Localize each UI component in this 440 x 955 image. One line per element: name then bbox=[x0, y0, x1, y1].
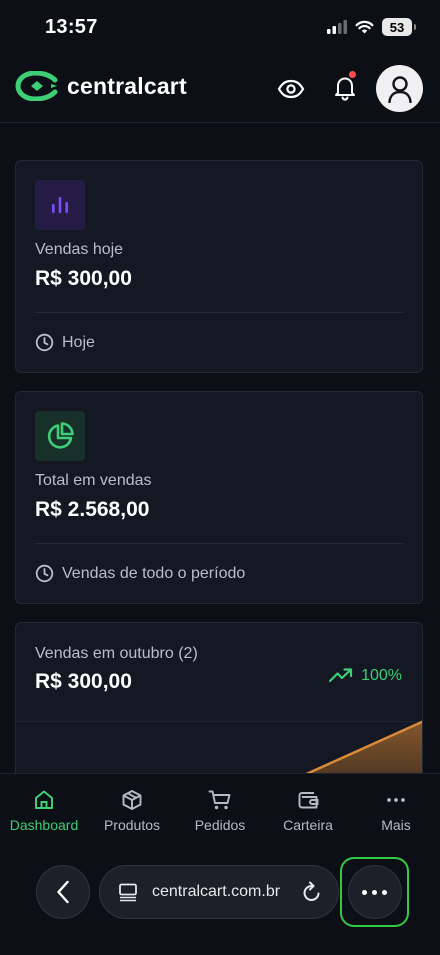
logo-text: centralcart bbox=[67, 72, 187, 99]
centralcart-logo-icon bbox=[15, 71, 58, 101]
clock-icon bbox=[35, 333, 54, 352]
bell-icon bbox=[335, 77, 355, 101]
tab-dashboard-label: Dashboard bbox=[9, 817, 79, 833]
tab-dashboard[interactable]: Dashboard bbox=[0, 774, 88, 843]
notification-badge bbox=[349, 71, 356, 78]
total-sales-card: Total em vendas R$ 2.568,00 Vendas de to… bbox=[15, 391, 423, 604]
tab-carteira-label: Carteira bbox=[283, 817, 333, 833]
monthly-sales-chart bbox=[287, 720, 422, 781]
trending-up-icon bbox=[329, 668, 353, 683]
total-sales-icon-box bbox=[35, 411, 85, 461]
cellular-signal-icon bbox=[327, 20, 347, 34]
logo[interactable]: centralcart bbox=[15, 71, 187, 101]
divider bbox=[35, 543, 403, 544]
sales-today-card: Vendas hoje R$ 300,00 Hoje bbox=[15, 160, 423, 373]
eye-icon bbox=[277, 79, 305, 99]
divider bbox=[35, 312, 403, 313]
monthly-sales-card: Vendas em outubro (2) R$ 300,00 100% bbox=[15, 622, 423, 782]
address-bar[interactable]: centralcart.com.br bbox=[99, 865, 339, 919]
back-button[interactable] bbox=[36, 865, 90, 919]
sales-today-label: Vendas hoje bbox=[35, 241, 124, 258]
battery-indicator: 53 bbox=[382, 18, 416, 36]
total-sales-label: Total em vendas bbox=[35, 472, 152, 489]
notifications-button[interactable] bbox=[330, 71, 360, 105]
wifi-icon bbox=[355, 20, 374, 34]
clock-icon bbox=[35, 564, 54, 583]
tab-pedidos-label: Pedidos bbox=[194, 817, 246, 833]
tab-mais[interactable]: Mais bbox=[352, 774, 440, 843]
box-icon bbox=[122, 790, 142, 810]
cart-icon bbox=[208, 790, 231, 810]
sales-today-footer-text: Hoje bbox=[62, 333, 95, 351]
tab-produtos-label: Produtos bbox=[103, 817, 161, 833]
more-icon-dot bbox=[372, 889, 377, 895]
more-button[interactable] bbox=[347, 865, 402, 919]
sales-today-value: R$ 300,00 bbox=[35, 267, 132, 290]
status-time: 13:57 bbox=[45, 16, 98, 38]
tab-mais-label: Mais bbox=[381, 817, 411, 833]
total-sales-value: R$ 2.568,00 bbox=[35, 498, 150, 521]
chevron-left-icon bbox=[57, 880, 69, 904]
status-icons: 53 bbox=[327, 18, 416, 36]
tab-carteira[interactable]: Carteira bbox=[264, 774, 352, 843]
tab-produtos[interactable]: Produtos bbox=[88, 774, 176, 843]
toggle-visibility-button[interactable] bbox=[275, 75, 307, 103]
home-icon bbox=[35, 790, 53, 809]
total-sales-footer-text: Vendas de todo o período bbox=[62, 564, 246, 582]
user-icon bbox=[387, 75, 412, 103]
pie-chart-icon bbox=[47, 422, 74, 449]
total-sales-footer: Vendas de todo o período bbox=[35, 564, 245, 583]
status-bar: 13:57 53 bbox=[0, 0, 440, 55]
monthly-sales-value: R$ 300,00 bbox=[35, 670, 132, 693]
avatar[interactable] bbox=[376, 65, 423, 112]
more-horizontal-icon bbox=[387, 798, 405, 802]
more-icon bbox=[362, 889, 367, 895]
bottom-tab-bar: Dashboard Produtos Pedidos Carteira Mais bbox=[0, 773, 440, 843]
more-icon-dot bbox=[382, 889, 387, 895]
tab-pedidos[interactable]: Pedidos bbox=[176, 774, 264, 843]
page-menu-icon bbox=[119, 883, 137, 902]
sales-today-icon-box bbox=[35, 180, 85, 230]
reload-icon[interactable] bbox=[302, 881, 322, 903]
monthly-sales-label: Vendas em outubro (2) bbox=[35, 645, 198, 662]
trend-value: 100% bbox=[361, 667, 402, 684]
sales-today-footer: Hoje bbox=[35, 333, 95, 352]
wallet-icon bbox=[298, 792, 319, 809]
bar-chart-icon bbox=[52, 197, 68, 213]
app-header: centralcart bbox=[0, 55, 440, 123]
url-text: centralcart.com.br bbox=[152, 883, 281, 900]
browser-toolbar: centralcart.com.br bbox=[0, 843, 440, 955]
more-button-highlight bbox=[340, 857, 409, 927]
trend-indicator: 100% bbox=[329, 667, 402, 685]
